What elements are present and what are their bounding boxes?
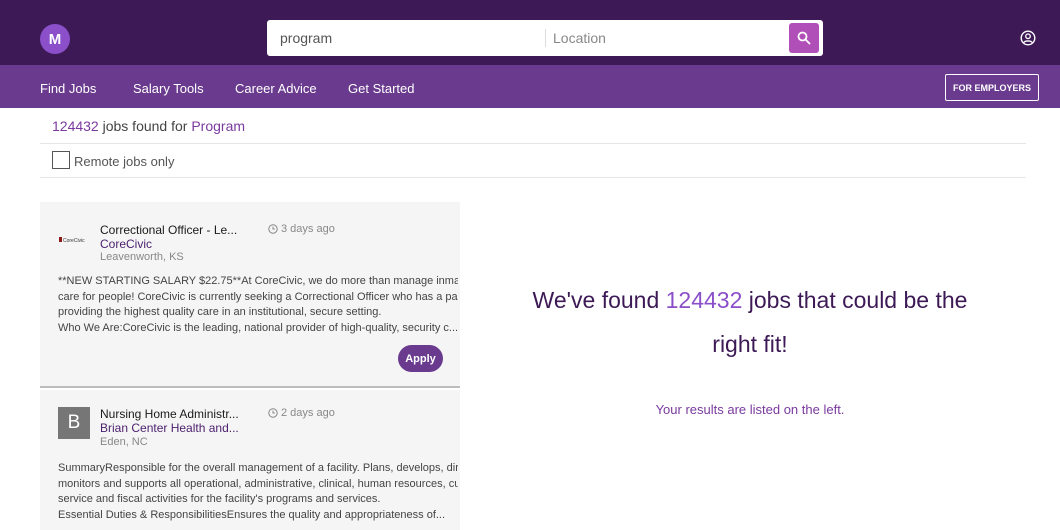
job-description-line: providing the highest quality care in an… <box>58 306 382 318</box>
for-employers-button[interactable]: FOR EMPLOYERS <box>945 74 1039 101</box>
job-description-line: Essential Duties & ResponsibilitiesEnsur… <box>58 508 446 521</box>
job-posted-text: 3 days ago <box>281 223 335 235</box>
job-description-line: SummaryResponsible for the overall manag… <box>58 462 458 474</box>
results-summary: 124432 jobs found for Program <box>52 118 245 134</box>
results-found-text: jobs found for <box>98 118 192 134</box>
job-card[interactable]: CoreCivic Correctional Officer - Le... C… <box>40 202 460 388</box>
search-divider <box>545 29 546 47</box>
main-nav: Find Jobs Salary Tools Career Advice Get… <box>0 65 1060 108</box>
job-location: Leavenworth, KS <box>100 251 184 263</box>
job-description: SummaryResponsible for the overall manag… <box>58 461 458 523</box>
job-card[interactable]: B Nursing Home Administr... Brian Center… <box>40 390 460 530</box>
search-button[interactable] <box>789 23 819 53</box>
results-subtext: Your results are listed on the left. <box>655 402 845 417</box>
job-description: **NEW STARTING SALARY $22.75**At CoreCiv… <box>58 274 458 336</box>
results-count: 124432 <box>52 118 99 134</box>
job-description-line: monitors and supports all operational, a… <box>58 477 458 490</box>
search-icon <box>797 31 811 45</box>
headline-count: 124432 <box>665 287 743 313</box>
remote-only-checkbox[interactable] <box>52 151 70 169</box>
job-title[interactable]: Nursing Home Administr... <box>100 407 239 421</box>
company-logo: B <box>58 407 90 439</box>
clock-icon <box>268 408 278 418</box>
job-title[interactable]: Correctional Officer - Le... <box>100 223 237 237</box>
nav-career-advice[interactable]: Career Advice <box>235 81 317 96</box>
job-posted: 2 days ago <box>268 407 335 419</box>
brand-logo[interactable]: M <box>40 24 70 54</box>
svg-text:CoreCivic: CoreCivic <box>63 238 85 244</box>
clock-icon <box>268 224 278 234</box>
brand-logo-letter: M <box>48 30 62 48</box>
job-posted-text: 2 days ago <box>281 407 335 419</box>
location-input[interactable] <box>548 20 783 56</box>
results-headline: We've found 124432 jobs that could be th… <box>470 278 1030 366</box>
headline-suffix-2: right fit! <box>712 331 788 357</box>
headline-prefix: We've found <box>532 287 666 313</box>
job-description-line: service and fiscal activities for the fa… <box>58 493 381 505</box>
headline-suffix-1: jobs that could be the <box>742 287 968 313</box>
top-header: M <box>0 0 1060 65</box>
search-bar <box>267 20 823 56</box>
job-company: Brian Center Health and... <box>100 421 239 435</box>
job-location: Eden, NC <box>100 436 148 448</box>
job-company: CoreCivic <box>100 237 153 251</box>
remote-only-label[interactable]: Remote jobs only <box>74 154 174 169</box>
apply-button[interactable]: Apply <box>398 345 443 372</box>
company-logo-letter: B <box>67 412 81 433</box>
divider-bottom <box>40 177 1026 178</box>
job-description-line: Who We Are:CoreCivic is the leading, nat… <box>58 321 458 334</box>
nav-find-jobs[interactable]: Find Jobs <box>40 81 96 96</box>
job-description-line: **NEW STARTING SALARY $22.75**At CoreCiv… <box>58 275 458 287</box>
divider-top <box>40 143 1026 144</box>
nav-get-started[interactable]: Get Started <box>348 81 414 96</box>
keyword-input[interactable] <box>267 20 545 56</box>
user-account-icon[interactable] <box>1020 30 1036 46</box>
job-posted: 3 days ago <box>268 223 335 235</box>
nav-salary-tools[interactable]: Salary Tools <box>133 81 204 96</box>
results-query: Program <box>191 118 246 134</box>
job-description-line: care for people! CoreCivic is currently … <box>58 290 458 303</box>
company-logo: CoreCivic <box>58 224 90 256</box>
